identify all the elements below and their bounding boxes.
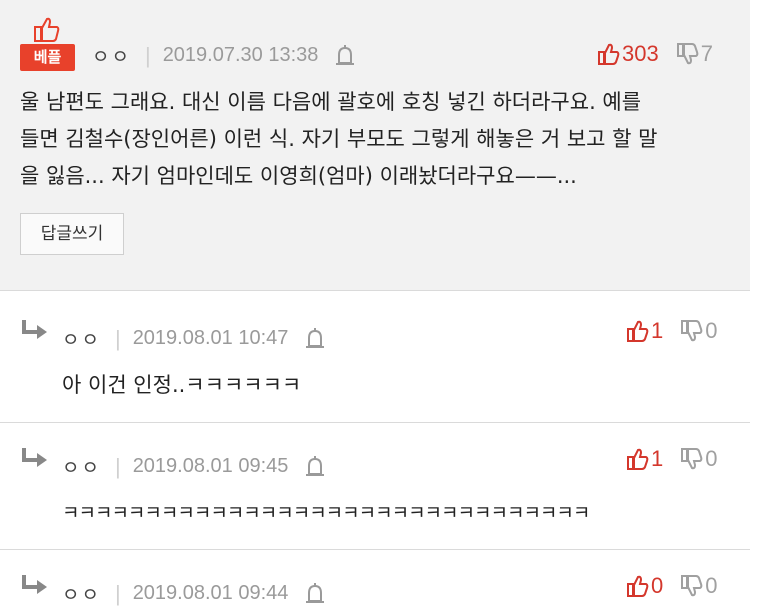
author-name[interactable]: ㅇㅇ [92,42,131,69]
timestamp: 2019.07.30 13:38 [162,44,319,66]
bell-icon[interactable] [304,327,326,351]
downvote-button[interactable]: 0 [681,573,718,599]
bell-icon[interactable] [334,44,356,68]
vote-area: 303 7 [598,41,713,67]
thumbs-down-icon [681,320,703,342]
thumbs-up-icon [34,17,60,42]
upvote-button[interactable]: 0 [627,573,663,599]
meta-divider: | [144,42,151,68]
meta-divider: | [114,453,121,479]
thumbs-down-icon [681,448,703,470]
comment-text: 아 이건 인정..ㅋㅋㅋㅋㅋㅋ [62,373,302,397]
thumbs-down-icon [676,43,699,65]
downvote-button[interactable]: 0 [681,318,718,344]
upvote-count: 303 [622,41,659,66]
thumbs-up-icon [627,575,649,597]
best-badge: 베플 [20,16,75,72]
thumbs-up-icon [627,320,649,342]
bell-icon[interactable] [304,582,326,606]
downvote-count: 0 [705,446,718,471]
downvote-count: 7 [700,41,713,66]
timestamp: 2019.08.01 09:44 [132,582,289,604]
vote-area: 1 0 [627,318,718,344]
thumbs-up-icon [598,43,620,65]
upvote-button[interactable]: 1 [627,318,663,344]
meta-divider: | [114,580,121,606]
timestamp: 2019.08.01 10:47 [132,327,289,349]
comment-line: 을 잃음... 자기 엄마인데도 이영희(엄마) 이래놨더라구요——... [20,164,577,188]
upvote-count: 1 [651,318,664,343]
comment-meta: ㅇㅇ | 2019.08.01 09:45 [62,453,326,480]
divider [0,549,750,550]
reply-arrow-icon [22,448,47,467]
downvote-count: 0 [705,573,718,598]
comment-meta: ㅇㅇ | 2019.08.01 10:47 [62,325,326,352]
comment-line: 울 남편도 그래요. 대신 이름 다음에 괄호에 호칭 넣긴 하더라구요. 예를 [20,90,642,114]
thumbs-down-icon [681,575,703,597]
comment-line: 들면 김철수(장인어른) 이런 식. 자기 부모도 그렇게 해놓은 거 보고 할… [20,127,658,151]
upvote-button[interactable]: 303 [598,41,659,67]
best-comment: 베플 ㅇㅇ | 2019.07.30 13:38 303 7 울 남편도 그래요… [0,0,750,290]
comment-text: 울 남편도 그래요. 대신 이름 다음에 괄호에 호칭 넣긴 하더라구요. 예를… [20,84,657,195]
meta-divider: | [114,325,121,351]
downvote-button[interactable]: 0 [681,446,718,472]
comment-text: ㅋㅋㅋㅋㅋㅋㅋㅋㅋㅋㅋㅋㅋㅋㅋㅋㅋㅋㅋㅋㅋㅋㅋㅋㅋㅋㅋㅋㅋㅋㅋㅋ [62,502,590,524]
reply-arrow-icon [22,575,47,594]
upvote-count: 0 [651,573,664,598]
vote-area: 1 0 [627,446,718,472]
divider [0,290,750,291]
write-reply-button[interactable]: 답글쓰기 [20,213,124,255]
author-name[interactable]: ㅇㅇ [62,453,101,480]
best-label: 베플 [20,44,75,71]
upvote-count: 1 [651,446,664,471]
downvote-button[interactable]: 7 [676,41,713,67]
author-name[interactable]: ㅇㅇ [62,325,101,352]
timestamp: 2019.08.01 09:45 [132,455,289,477]
reply-arrow-icon [22,320,47,339]
thumbs-up-icon [627,448,649,470]
comment-meta: ㅇㅇ | 2019.07.30 13:38 [92,42,356,69]
downvote-count: 0 [705,318,718,343]
comment-meta: ㅇㅇ | 2019.08.01 09:44 [62,580,326,607]
vote-area: 0 0 [627,573,718,599]
bell-icon[interactable] [304,455,326,479]
upvote-button[interactable]: 1 [627,446,663,472]
author-name[interactable]: ㅇㅇ [62,580,101,607]
divider [0,422,750,423]
